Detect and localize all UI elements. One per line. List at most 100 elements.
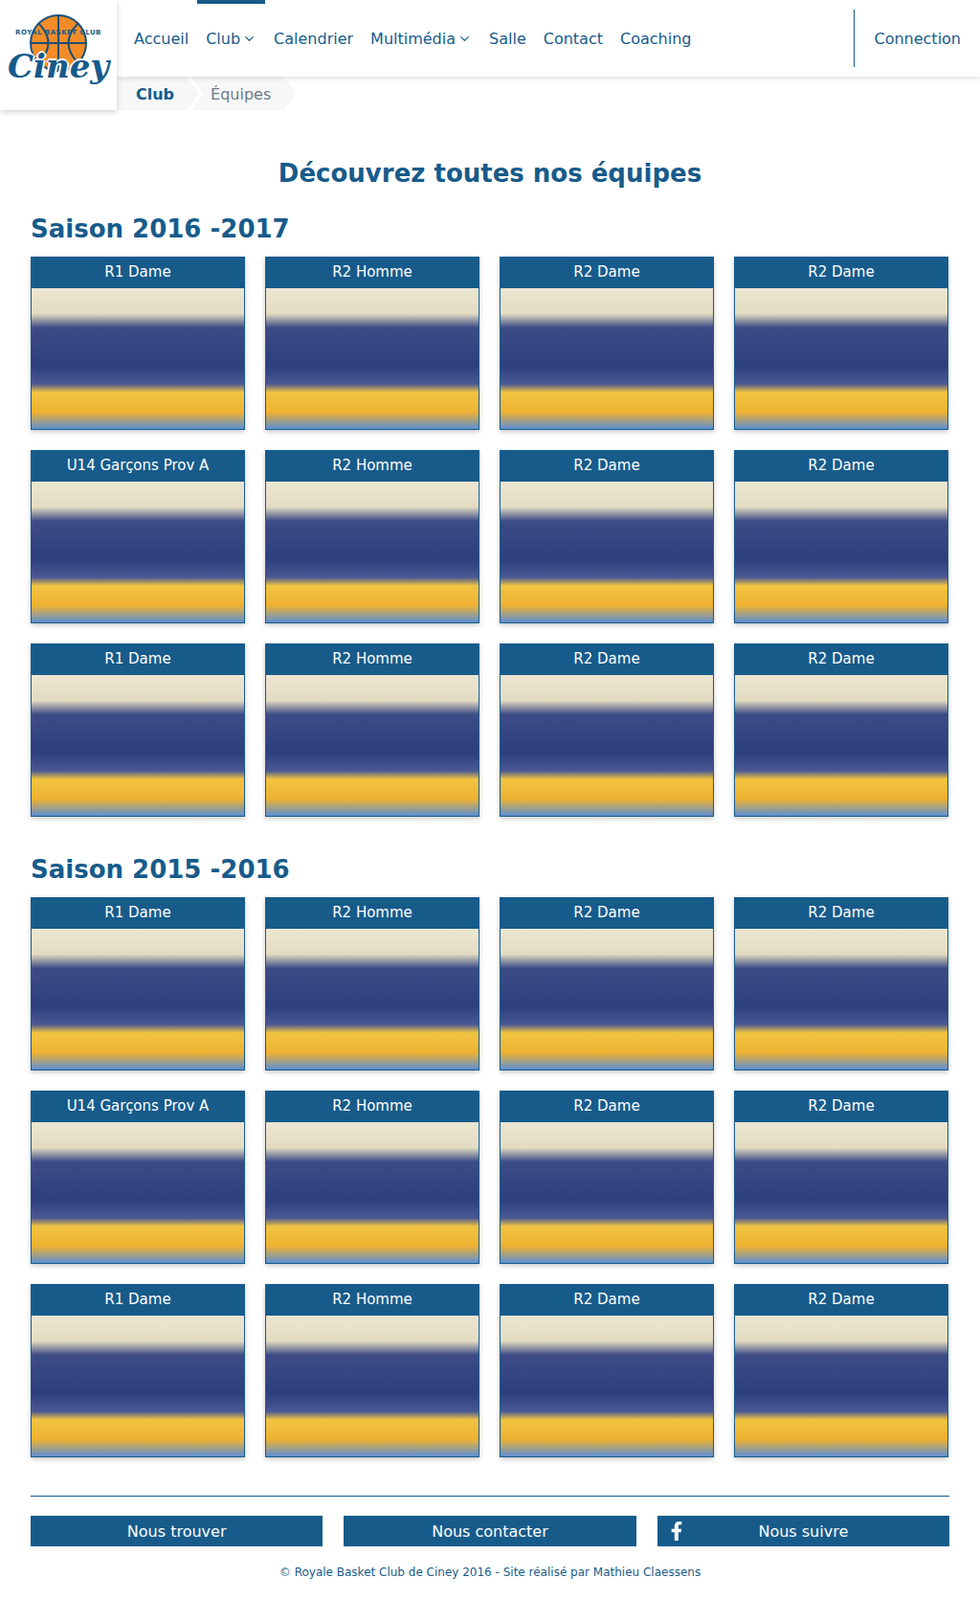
team-card[interactable]: R2 Homme [265,449,480,624]
nav-item[interactable]: Accueil [125,0,198,77]
team-grid: R1 Dame R2 Homme R2 Dame R2 Dame U14 Garçons… [30,256,950,817]
team-photo [265,481,480,624]
team-card[interactable]: R2 Homme [265,643,480,817]
team-photo [265,928,480,1070]
team-card[interactable]: R2 Dame [499,256,714,430]
copyright: © Royale Basket Club de Ciney 2016 - Sit… [30,1545,950,1594]
team-card[interactable]: R2 Dame [734,896,949,1070]
footer-buttons: Nous trouver Nous contacter Nous suivre [30,1514,950,1546]
club-logo[interactable]: ROYAL BASKET CLUB Ciney [0,0,117,111]
team-name: R2 Homme [265,643,480,675]
team-card[interactable]: R1 Dame [30,256,245,430]
team-card[interactable]: R2 Dame [734,1090,949,1264]
footer: Nous trouver Nous contacter Nous suivre© R… [30,1494,950,1594]
team-name: R2 Dame [734,896,949,929]
team-name: R2 Dame [499,256,714,289]
team-name: R2 Dame [734,256,949,289]
season-title: Saison 2016 -2017 [30,214,950,244]
team-name: R1 Dame [30,643,245,675]
team-photo [30,674,245,817]
footer-button[interactable]: Nous trouver [30,1514,323,1546]
season-section: Saison 2016 -2017R1 DameR2 HommeR2 DameR… [30,214,950,817]
team-name: R1 Dame [30,256,245,289]
footer-button[interactable]: Nous contacter [343,1514,636,1546]
team-photo [734,481,949,624]
team-photo [265,1121,480,1264]
season-title: Saison 2015 -2016 [30,854,950,884]
nav-item[interactable]: Multimédia [361,0,481,77]
team-photo [30,481,245,624]
logo-name: Ciney [7,49,110,83]
team-photo [30,1314,245,1457]
breadcrumb-item[interactable]: Équipes [191,77,296,111]
nav-item[interactable]: Salle [480,0,535,77]
team-photo [265,288,480,430]
team-name: R2 Homme [265,896,480,929]
team-name: R2 Dame [499,1283,714,1315]
team-name: U14 Garçons Prov A [30,449,245,482]
team-name: U14 Garçons Prov A [30,1090,245,1122]
team-card[interactable]: U14 Garçons Prov A [30,1090,245,1264]
team-name: R2 Dame [499,643,714,675]
nav-item[interactable]: Coaching [611,0,700,77]
team-card[interactable]: R2 Dame [734,256,949,430]
team-photo [499,674,714,817]
team-card[interactable]: R1 Dame [30,896,245,1070]
team-photo [30,288,245,430]
team-name: R2 Dame [734,1283,949,1315]
team-photo [734,288,949,430]
team-card[interactable]: R2 Dame [499,449,714,624]
team-photo [499,1121,714,1264]
team-photo [499,928,714,1070]
nav-list: AccueilClubCalendrierMultimédiaSalleCont… [116,0,854,77]
nav-item[interactable]: Calendrier [265,0,362,77]
team-card[interactable]: U14 Garçons Prov A [30,449,245,624]
team-photo [30,1121,245,1264]
facebook-icon [667,1520,687,1540]
team-card[interactable]: R2 Dame [499,643,714,817]
team-card[interactable]: R2 Dame [734,449,949,624]
breadcrumb-item[interactable]: Club [116,77,200,111]
breadcrumb: ClubÉquipes [116,76,980,112]
nav-item[interactable]: Club [197,0,266,77]
team-name: R2 Homme [265,1283,480,1315]
team-card[interactable]: R2 Homme [265,896,480,1070]
team-name: R2 Homme [265,256,480,289]
nav-bar: AccueilClubCalendrierMultimédiaSalleCont… [116,0,980,77]
team-photo [734,674,949,817]
team-card[interactable]: R2 Homme [265,256,480,430]
page: ROYAL BASKET CLUBCineyAccueilClubCalendr… [0,0,980,1600]
team-card[interactable]: R2 Dame [499,1090,714,1264]
team-name: R2 Dame [734,1090,949,1122]
team-photo [734,1121,949,1264]
team-card[interactable]: R1 Dame [30,643,245,817]
team-card[interactable]: R2 Dame [499,896,714,1070]
team-name: R2 Dame [734,643,949,675]
nav-item[interactable]: Contact [534,0,612,77]
team-card[interactable]: R2 Dame [734,1283,949,1457]
team-name: R2 Dame [499,1090,714,1122]
team-card[interactable]: R1 Dame [30,1283,245,1457]
team-photo [265,1314,480,1457]
team-photo [499,288,714,430]
page-title: Découvrez toutes nos équipes [30,158,950,188]
team-name: R2 Dame [499,896,714,929]
team-photo [30,928,245,1070]
team-card[interactable]: R2 Homme [265,1090,480,1264]
team-card[interactable]: R2 Dame [499,1283,714,1457]
team-photo [499,481,714,624]
logo-top-text: ROYAL BASKET CLUB [15,28,102,37]
chevron-down-icon [457,31,472,46]
top-area: ROYAL BASKET CLUBCineyAccueilClubCalendr… [0,0,980,112]
team-name: R1 Dame [30,896,245,929]
team-name: R2 Homme [265,1090,480,1122]
team-name: R2 Homme [265,449,480,482]
footer-button[interactable]: Nous suivre [657,1514,950,1546]
team-name: R1 Dame [30,1283,245,1315]
team-card[interactable]: R2 Homme [265,1283,480,1457]
season-section: Saison 2015 -2016 R1 Dame R2 Homme R2 Dame R… [30,854,950,1457]
team-card[interactable]: R2 Dame [734,643,949,817]
connection-link[interactable]: Connection [853,9,980,67]
team-name: R2 Dame [734,449,949,482]
team-name: R2 Dame [499,449,714,482]
